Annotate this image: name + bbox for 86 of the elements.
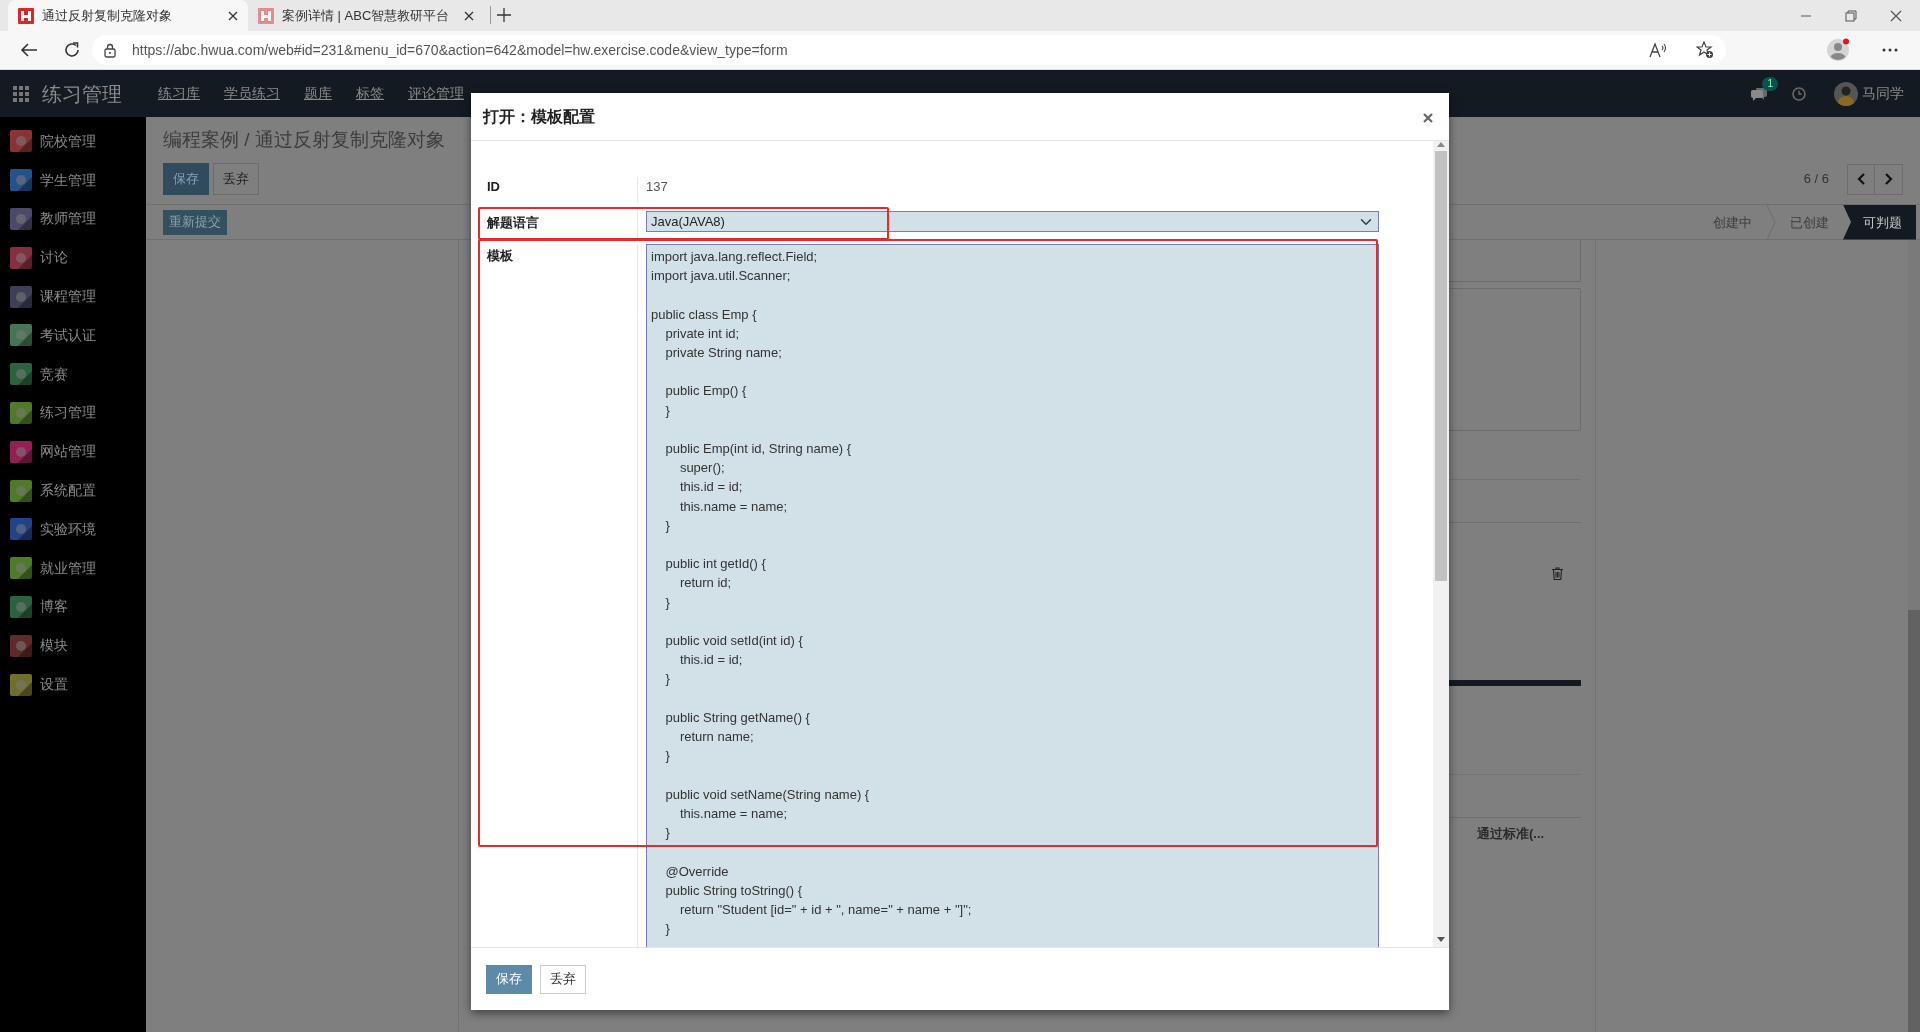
pager-counter: 6 / 6 <box>1803 170 1829 189</box>
sidebar-item[interactable]: 实验环境 <box>0 509 146 549</box>
app-tile-icon <box>10 634 32 657</box>
language-select[interactable]: Java(JAVA8) <box>646 211 1379 232</box>
app-tile-icon <box>10 673 32 696</box>
lock-icon <box>104 42 116 58</box>
dialog-title: 打开：模板配置 <box>483 106 595 127</box>
app-tile-icon <box>10 595 32 618</box>
notification-badge: 1 <box>1762 76 1778 91</box>
sidebar-item[interactable]: 就业管理 <box>0 548 146 588</box>
more-icon[interactable] <box>1882 48 1898 52</box>
chevron-right-icon <box>1884 173 1893 185</box>
scroll-down-icon[interactable] <box>1437 937 1445 943</box>
apps-grid-icon[interactable] <box>13 85 29 102</box>
tab-title: 案例详情 | ABC智慧教研平台 <box>282 6 451 25</box>
sidebar-item[interactable]: 课程管理 <box>0 277 146 316</box>
restore-icon[interactable] <box>1845 10 1857 22</box>
user-name[interactable]: 马同学 <box>1858 70 1920 117</box>
app-tile-icon <box>10 401 32 424</box>
logo-icon <box>18 7 34 24</box>
field-label: 解题语言 <box>487 214 540 232</box>
menu-link[interactable]: 练习库 <box>146 70 212 117</box>
column-header: 通过标准(... <box>1477 825 1546 843</box>
app-tile-icon <box>10 440 32 463</box>
app-tile-icon <box>10 208 32 230</box>
close-icon[interactable] <box>228 10 238 21</box>
app-title[interactable]: 练习管理 <box>42 78 122 109</box>
sidebar-item[interactable]: 考试认证 <box>0 316 146 355</box>
app-tile-icon <box>10 324 32 347</box>
browser-tab[interactable]: 通过反射复制克隆对象 <box>8 0 248 31</box>
discard-button[interactable]: 丢弃 <box>540 964 586 994</box>
sidebar-item[interactable]: 模块 <box>0 626 146 666</box>
clock-icon[interactable] <box>1792 86 1806 101</box>
status-step[interactable]: 可判题 <box>1843 204 1916 240</box>
reload-icon[interactable] <box>64 42 80 58</box>
menu-link[interactable]: 标签 <box>344 70 396 117</box>
app-tile-icon <box>10 130 32 153</box>
avatar-icon[interactable] <box>1834 81 1858 106</box>
save-button[interactable]: 保存 <box>163 163 209 195</box>
field-label: 模板 <box>487 247 514 265</box>
save-button[interactable]: 保存 <box>486 964 532 994</box>
previous-button[interactable] <box>1847 163 1875 195</box>
close-icon[interactable] <box>1890 10 1902 22</box>
new-tab-icon[interactable] <box>497 8 511 22</box>
back-icon[interactable] <box>20 42 38 58</box>
browser-tab[interactable]: 案例详情 | ABC智慧教研平台 <box>248 0 484 31</box>
sidebar-item[interactable]: 讨论 <box>0 238 146 278</box>
close-icon[interactable] <box>464 10 474 21</box>
app-tile-icon <box>10 557 32 580</box>
close-icon[interactable] <box>1423 113 1433 124</box>
tab-title: 通过反射复制克隆对象 <box>42 6 173 25</box>
discard-button[interactable]: 丢弃 <box>213 163 259 195</box>
field-label: ID <box>487 178 501 196</box>
field-value: 137 <box>646 179 668 194</box>
sidebar-item[interactable]: 练习管理 <box>0 393 146 433</box>
sidebar-item[interactable]: 博客 <box>0 587 146 627</box>
sidebar-item[interactable]: 学生管理 <box>0 160 146 200</box>
scroll-up-icon[interactable] <box>1437 141 1445 147</box>
next-button[interactable] <box>1875 163 1903 195</box>
app-tile-icon <box>10 479 32 502</box>
scrollbar-thumb[interactable] <box>1908 610 1920 1032</box>
app-tile-icon <box>10 169 32 192</box>
sidebar-item[interactable]: 竞赛 <box>0 354 146 394</box>
read-aloud-icon[interactable] <box>1648 42 1668 58</box>
chat-icon[interactable] <box>1750 86 1768 102</box>
scrollbar-thumb[interactable] <box>1435 151 1447 581</box>
sidebar-item[interactable]: 设置 <box>0 665 146 704</box>
profile-icon[interactable] <box>1826 38 1850 62</box>
scrollbar[interactable] <box>1908 240 1920 1032</box>
app-tile-icon <box>10 363 32 386</box>
menu-link[interactable]: 题库 <box>292 70 344 117</box>
menu-link[interactable]: 学员练习 <box>212 70 292 117</box>
code-editor[interactable]: import java.lang.reflect.Field; import java.util.Scanner; public class Emp { private int id; private String name; public Emp() { } public Emp(int id, String name) { super(); this.id = id; this.name = name; } public int getId() { return id; } public void setId(int id) { this.id = id; } public String getName() { return name; } public void setName(String name) { this.name = name; } @Override public String toString() { return "Student [id=" + id + ", name=" + name + "]"; } <box>646 244 1379 947</box>
logo-icon <box>258 7 274 24</box>
app-tile-icon <box>10 285 32 308</box>
favorite-star-icon[interactable] <box>1696 41 1714 59</box>
scrollbar[interactable] <box>1433 141 1449 947</box>
sidebar-item[interactable]: 教师管理 <box>0 199 146 239</box>
app-tile-icon <box>10 518 32 541</box>
trash-icon[interactable] <box>1552 567 1563 580</box>
sidebar-item[interactable]: 网站管理 <box>0 432 146 472</box>
app-tile-icon <box>10 246 32 269</box>
chevron-left-icon <box>1857 173 1865 185</box>
sidebar-item[interactable]: 系统配置 <box>0 471 146 510</box>
resubmit-button[interactable]: 重新提交 <box>163 209 227 235</box>
sidebar-item[interactable]: 院校管理 <box>0 122 146 161</box>
